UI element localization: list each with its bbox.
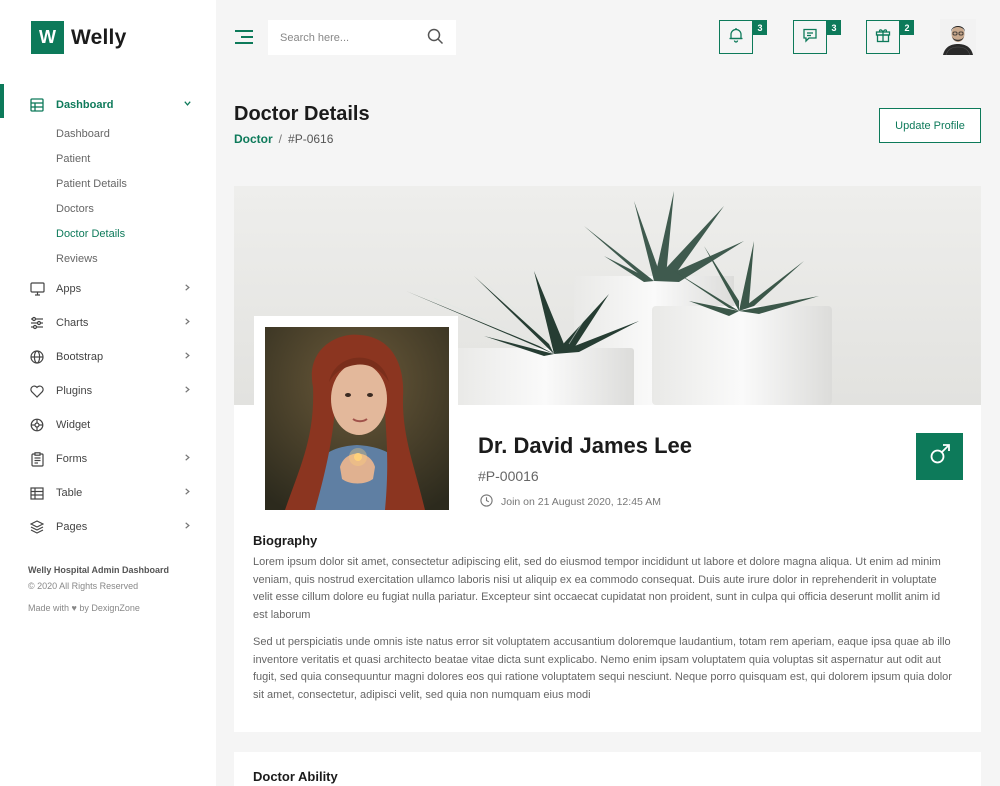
- doctor-photo: [265, 327, 449, 510]
- sidebar-item-label: Dashboard: [56, 99, 114, 111]
- sidebar-item-label: Forms: [56, 453, 88, 465]
- chevron-down-icon: [183, 99, 192, 111]
- male-icon: [929, 443, 951, 470]
- footer-credit: Made with ♥ by DexignZone: [28, 603, 140, 613]
- submenu-item-doctors[interactable]: Doctors: [56, 197, 196, 222]
- sidebar-item-bootstrap[interactable]: Bootstrap: [28, 340, 196, 374]
- sidebar-item-apps[interactable]: Apps: [28, 272, 196, 306]
- join-date-text: Join on 21 August 2020, 12:45 AM: [501, 496, 661, 508]
- sliders-icon: [28, 314, 46, 332]
- sidebar-item-forms[interactable]: Forms: [28, 442, 196, 476]
- chevron-right-icon: [183, 487, 192, 499]
- biography-paragraph: Sed ut perspiciatis unde omnis iste natu…: [253, 636, 952, 701]
- gift-icon: [875, 27, 891, 48]
- submenu-item-reviews[interactable]: Reviews: [56, 247, 196, 272]
- sidebar-item-label: Pages: [56, 521, 88, 533]
- layers-icon: [28, 518, 46, 536]
- search-input[interactable]: [268, 31, 418, 44]
- submenu-item-patient[interactable]: Patient: [56, 147, 196, 172]
- doctor-photo-frame: [254, 316, 458, 519]
- user-avatar[interactable]: [940, 19, 976, 55]
- sidebar-item-widget[interactable]: Widget: [28, 408, 196, 442]
- clock-icon: [480, 494, 501, 510]
- gifts-button[interactable]: 2: [866, 20, 914, 54]
- submenu-item-dashboard[interactable]: Dashboard: [56, 122, 196, 147]
- search-box: [268, 20, 456, 55]
- logo-text: Welly: [71, 25, 127, 49]
- sidebar-item-pages[interactable]: Pages: [28, 510, 196, 544]
- footer-copyright: © 2020 All Rights Reserved: [28, 581, 139, 591]
- sidebar-nav: Dashboard Dashboard Patient Patient Deta…: [28, 88, 196, 544]
- breadcrumb-current: #P-0616: [288, 132, 334, 146]
- doctor-id: #P-00016: [478, 468, 539, 484]
- sidebar-item-plugins[interactable]: Plugins: [28, 374, 196, 408]
- sidebar-item-label: Apps: [56, 283, 82, 295]
- menu-toggle-icon[interactable]: [235, 30, 253, 46]
- sidebar-item-label: Table: [56, 487, 83, 499]
- doctor-name: Dr. David James Lee: [478, 433, 693, 458]
- dashboard-submenu: Dashboard Patient Patient Details Doctor…: [28, 122, 196, 272]
- submenu-item-doctor-details[interactable]: Doctor Details: [56, 222, 196, 247]
- footer-title: Welly Hospital Admin Dashboard: [28, 565, 170, 575]
- brand-logo[interactable]: W Welly: [31, 21, 126, 54]
- bell-icon: [728, 27, 744, 48]
- heart-icon: [28, 382, 46, 400]
- messages-button[interactable]: 3: [793, 20, 841, 54]
- breadcrumb-parent-link[interactable]: Doctor: [234, 132, 273, 146]
- gifts-badge: 2: [900, 20, 914, 35]
- gear-icon: [28, 416, 46, 434]
- sidebar-item-label: Widget: [56, 419, 91, 431]
- gender-button[interactable]: [916, 433, 963, 480]
- sidebar-item-label: Bootstrap: [56, 351, 104, 363]
- active-indicator: [0, 84, 4, 118]
- sidebar-item-label: Plugins: [56, 385, 93, 397]
- biography-paragraph: Lorem ipsum dolor sit amet, consectetur …: [253, 556, 941, 621]
- chevron-right-icon: [183, 283, 192, 295]
- biography-title: Biography: [253, 533, 318, 548]
- chat-icon: [802, 27, 818, 48]
- clipboard-icon: [28, 450, 46, 468]
- doctor-profile-card: Dr. David James Lee #P-00016 Join on 21 …: [234, 186, 981, 732]
- notifications-badge: 3: [753, 20, 767, 35]
- table-icon: [28, 484, 46, 502]
- join-date: Join on 21 August 2020, 12:45 AM: [480, 494, 661, 510]
- sidebar-item-dashboard[interactable]: Dashboard: [28, 88, 196, 122]
- chevron-right-icon: [183, 385, 192, 397]
- sidebar-item-charts[interactable]: Charts: [28, 306, 196, 340]
- breadcrumb: Doctor / #P-0616: [234, 132, 333, 146]
- dashboard-icon: [28, 96, 46, 114]
- notifications-button[interactable]: 3: [719, 20, 767, 54]
- sidebar: W Welly Dashboard Dashboard Patient Pati…: [0, 0, 216, 786]
- monitor-icon: [28, 280, 46, 298]
- doctor-ability-card: Doctor Ability: [234, 752, 981, 786]
- logo-mark: W: [31, 21, 64, 54]
- submenu-item-patient-details[interactable]: Patient Details: [56, 172, 196, 197]
- messages-badge: 3: [827, 20, 841, 35]
- sidebar-item-table[interactable]: Table: [28, 476, 196, 510]
- chevron-right-icon: [183, 453, 192, 465]
- chevron-right-icon: [183, 521, 192, 533]
- search-icon[interactable]: [427, 28, 444, 50]
- chevron-right-icon: [183, 351, 192, 363]
- breadcrumb-separator: /: [278, 132, 283, 146]
- sidebar-item-label: Charts: [56, 317, 89, 329]
- page-title: Doctor Details: [234, 103, 370, 125]
- sidebar-footer: Welly Hospital Admin Dashboard © 2020 Al…: [28, 565, 208, 613]
- update-profile-button[interactable]: Update Profile: [879, 108, 981, 143]
- globe-icon: [28, 348, 46, 366]
- chevron-right-icon: [183, 317, 192, 329]
- doctor-ability-title: Doctor Ability: [253, 769, 338, 784]
